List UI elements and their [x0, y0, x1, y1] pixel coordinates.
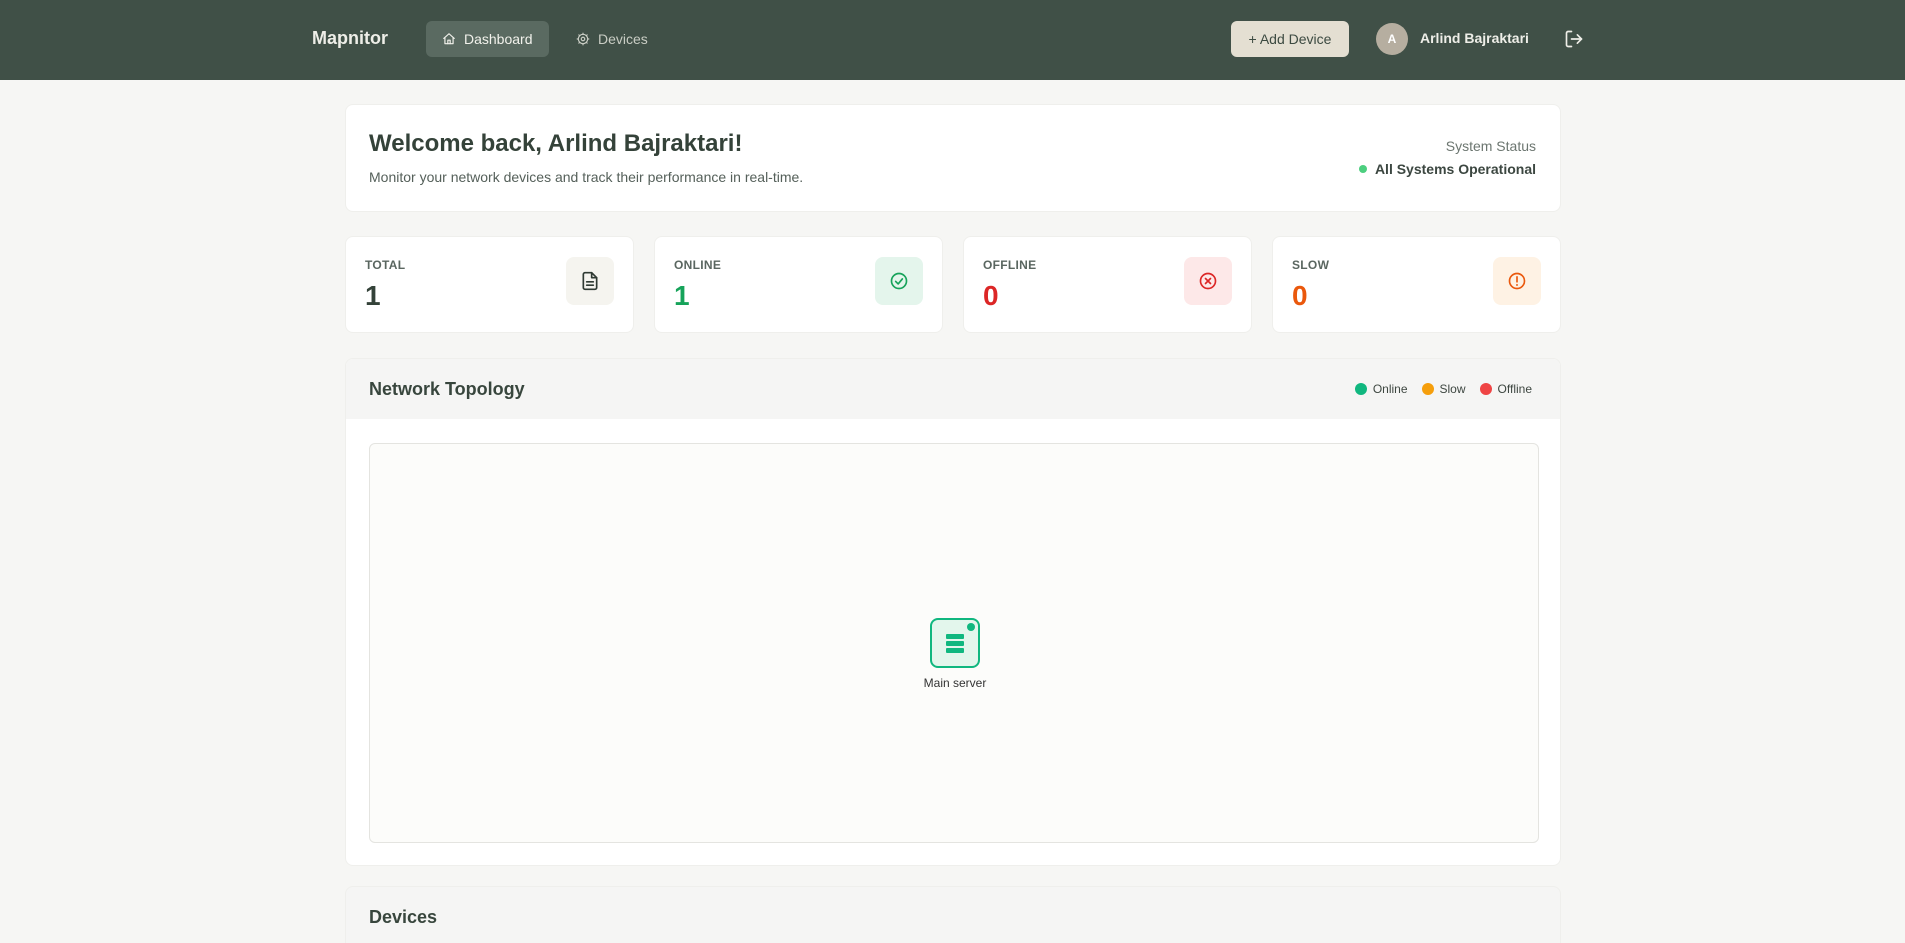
topology-legend: Online Slow Offline [1354, 382, 1532, 396]
user-name[interactable]: Arlind Bajraktari [1420, 30, 1529, 46]
server-icon [946, 634, 964, 653]
avatar[interactable]: A [1376, 23, 1408, 55]
stat-online-label: ONLINE [674, 258, 722, 272]
status-dot [1358, 165, 1367, 173]
top-navbar: Mapnitor Dashboard Devices + Add Device … [0, 0, 1905, 80]
legend-online-dot [1354, 383, 1367, 395]
node-label: Main server [923, 676, 987, 690]
logout-icon[interactable] [1564, 29, 1584, 49]
stat-card-total: TOTAL 1 [345, 236, 634, 333]
legend-offline-dot [1479, 383, 1492, 395]
nav-devices[interactable]: Devices [560, 21, 664, 57]
stat-card-slow: SLOW 0 [1272, 236, 1561, 333]
topology-title: Network Topology [369, 379, 525, 399]
gear-icon [576, 32, 590, 46]
check-circle-icon [875, 257, 923, 305]
devices-panel: Devices [345, 886, 1561, 943]
stat-slow-label: SLOW [1292, 258, 1330, 272]
legend-slow-dot [1421, 383, 1434, 395]
stat-total-value: 1 [365, 280, 381, 311]
network-topology-panel: Network Topology Online Slow Offline Mai… [345, 358, 1561, 866]
welcome-title: Welcome back, Arlind Bajraktari! [369, 130, 743, 157]
app-logo[interactable]: Mapnitor [312, 28, 388, 49]
topology-header: Network Topology Online Slow Offline [346, 359, 1560, 419]
system-status-value: All Systems Operational [1374, 161, 1536, 177]
system-status-label: System Status [1445, 138, 1536, 154]
add-device-button[interactable]: + Add Device [1231, 21, 1349, 57]
system-status: All Systems Operational [1358, 161, 1536, 177]
legend-online: Online [1354, 382, 1408, 396]
welcome-card: Welcome back, Arlind Bajraktari! Monitor… [345, 104, 1561, 212]
nav-dashboard-label: Dashboard [464, 31, 533, 47]
devices-title: Devices [369, 907, 438, 927]
topology-node-main-server[interactable] [930, 618, 980, 668]
stat-card-offline: OFFLINE 0 [963, 236, 1252, 333]
legend-online-label: Online [1372, 382, 1408, 396]
node-status-dot [967, 623, 975, 631]
topology-canvas[interactable]: Main server [369, 443, 1539, 843]
nav-dashboard[interactable]: Dashboard [426, 21, 549, 57]
home-icon [443, 33, 455, 45]
stat-total-label: TOTAL [365, 258, 406, 272]
stat-slow-value: 0 [1292, 280, 1308, 311]
stat-offline-value: 0 [983, 280, 999, 311]
legend-slow-label: Slow [1439, 382, 1466, 396]
nav-devices-label: Devices [598, 31, 648, 47]
legend-offline: Offline [1479, 382, 1532, 396]
x-circle-icon [1184, 257, 1232, 305]
stat-offline-label: OFFLINE [983, 258, 1037, 272]
document-icon [566, 257, 614, 305]
legend-slow: Slow [1421, 382, 1466, 396]
welcome-subtitle: Monitor your network devices and track t… [369, 169, 804, 185]
stat-card-online: ONLINE 1 [654, 236, 943, 333]
legend-offline-label: Offline [1497, 382, 1532, 396]
alert-circle-icon [1493, 257, 1541, 305]
stat-online-value: 1 [674, 280, 690, 311]
